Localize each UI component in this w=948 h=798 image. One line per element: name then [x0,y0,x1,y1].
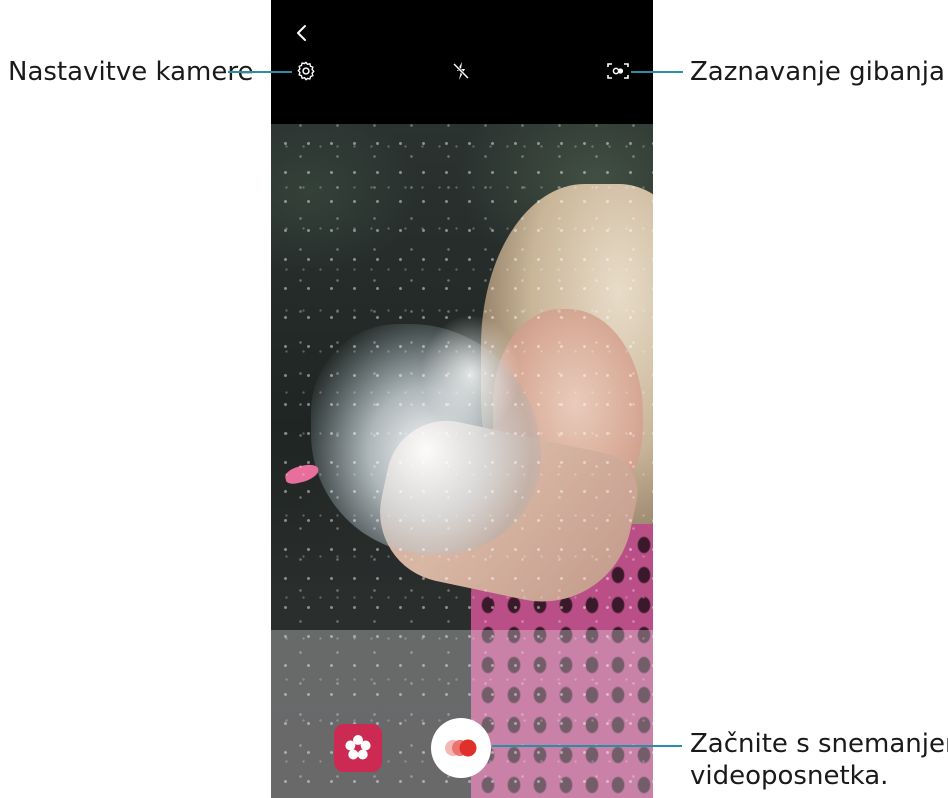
callout-line-settings [228,71,292,73]
record-icon [445,739,477,757]
back-button[interactable] [289,20,315,46]
flash-off-icon [452,62,470,80]
callout-line-record [492,745,682,747]
callout-line-motion [631,71,683,73]
flower-icon [345,735,371,760]
motion-detection-icon [607,63,629,79]
callout-start-recording-line2: videoposnetka. [690,761,889,791]
camera-viewfinder[interactable] [271,124,653,798]
callout-start-recording-line1: Začnite s snemanjem [690,729,948,759]
effects-mode-button[interactable] [334,724,382,772]
gear-icon [297,61,315,81]
record-button[interactable] [431,718,491,778]
flash-button[interactable] [448,58,474,84]
camera-settings-button[interactable] [293,58,319,84]
chevron-left-icon [297,25,306,41]
camera-screen [271,0,653,798]
motion-detection-button[interactable] [603,58,633,84]
callout-motion-detection: Zaznavanje gibanja [690,57,945,87]
callout-camera-settings: Nastavitve kamere [8,57,254,87]
camera-top-bar [271,0,653,124]
